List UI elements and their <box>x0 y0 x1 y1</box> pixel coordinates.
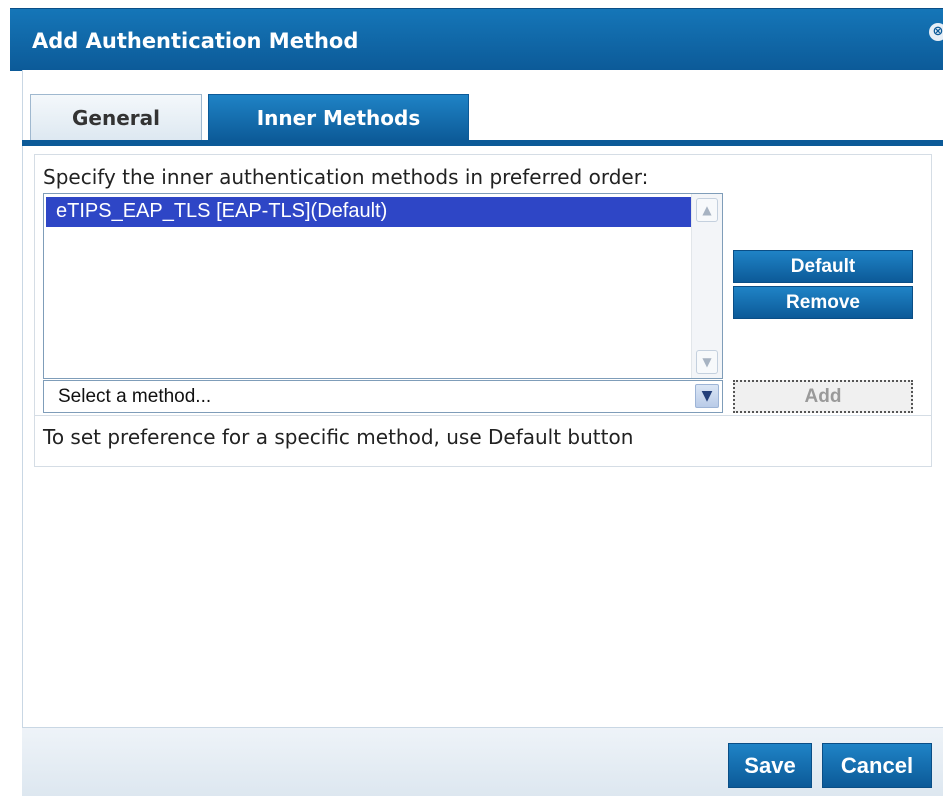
instruction-text: Specify the inner authentication methods… <box>43 165 649 189</box>
remove-button[interactable]: Remove <box>733 286 913 319</box>
cancel-button[interactable]: Cancel <box>822 743 932 788</box>
scroll-up-icon[interactable]: ▲ <box>696 198 718 222</box>
methods-listbox[interactable]: eTIPS_EAP_TLS [EAP-TLS](Default) ▲ ▼ <box>43 193 723 379</box>
dialog-footer: Save Cancel <box>22 727 943 796</box>
method-select[interactable]: Select a method... ▼ <box>43 380 723 413</box>
inner-methods-panel: Specify the inner authentication methods… <box>34 154 932 467</box>
default-button[interactable]: Default <box>733 250 913 283</box>
method-select-value: Select a method... <box>58 386 212 407</box>
tab-general[interactable]: General <box>30 94 202 141</box>
chevron-down-icon[interactable]: ▼ <box>695 384 719 408</box>
list-item[interactable]: eTIPS_EAP_TLS [EAP-TLS](Default) <box>46 197 694 227</box>
dialog-title-bar: Add Authentication Method ⊗ <box>10 8 943 71</box>
methods-section: Specify the inner authentication methods… <box>35 155 931 416</box>
hint-text: To set preference for a specific method,… <box>43 425 634 449</box>
add-button[interactable]: Add <box>733 380 913 413</box>
tab-underline <box>22 140 943 146</box>
dialog-title: Add Authentication Method <box>32 29 359 53</box>
close-icon[interactable]: ⊗ <box>929 23 943 41</box>
listbox-scrollbar[interactable]: ▲ ▼ <box>691 194 722 378</box>
tab-inner-methods[interactable]: Inner Methods <box>208 94 469 141</box>
scroll-down-icon[interactable]: ▼ <box>696 350 718 374</box>
save-button[interactable]: Save <box>728 743 812 788</box>
